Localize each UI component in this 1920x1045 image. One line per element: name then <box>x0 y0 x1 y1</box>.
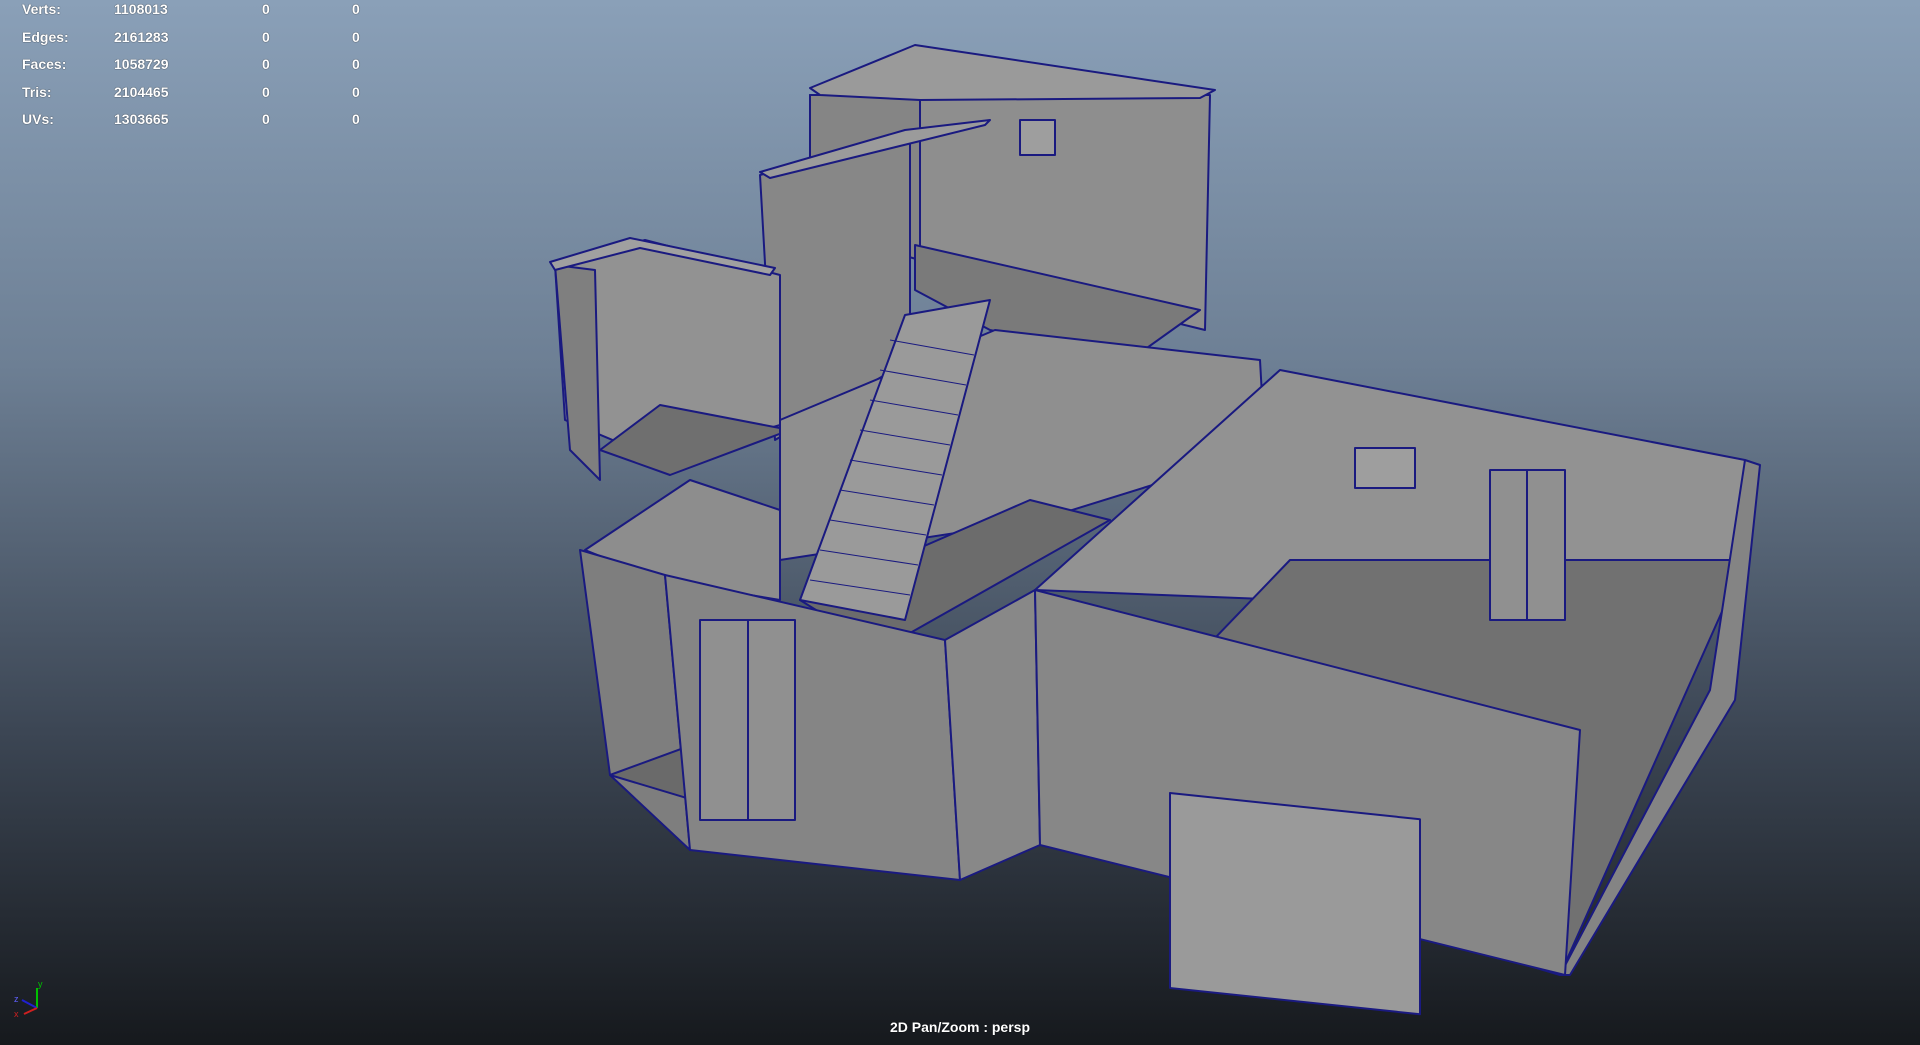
camera-label-text: 2D Pan/Zoom : persp <box>889 1019 1031 1035</box>
tower-picture <box>1019 119 1056 156</box>
picture-frame <box>1354 447 1416 489</box>
entry-right-wall <box>944 589 1041 881</box>
hud-value: 1108013 <box>114 1 168 17</box>
hud-value: 2161283 <box>114 28 169 45</box>
axis-label-x: x <box>14 1009 19 1018</box>
axis-gizmo-icon: y z x <box>14 979 43 1018</box>
hud-value: 0 <box>352 111 360 128</box>
hud-value: 0 <box>352 56 360 73</box>
hud-label: Edges: <box>22 28 69 45</box>
hud-label: UVs: <box>22 111 54 128</box>
camera-label: 2D Pan/Zoom : persp <box>0 1019 1920 1035</box>
hud-value: 1058729 <box>114 56 169 73</box>
hud-value: 0 <box>352 28 360 45</box>
hud-value: 0 <box>262 1 270 17</box>
hud-value: 0 <box>262 28 270 45</box>
bookcase <box>1169 791 1421 1016</box>
tower-top-frame <box>809 44 1216 101</box>
hud-value: 0 <box>352 1 360 17</box>
hud-label: Tris: <box>22 83 52 100</box>
house-model-wireframe[interactable] <box>0 0 1920 1045</box>
hud-label: Faces: <box>22 56 67 73</box>
hud-value: 0 <box>262 83 270 100</box>
hud-value: 1303665 <box>114 111 169 128</box>
axis-label-z: z <box>14 994 19 1004</box>
axis-label-y: y <box>38 979 43 989</box>
hud-value: 0 <box>262 56 270 73</box>
hud-value: 0 <box>262 111 270 128</box>
hud-label: Verts: <box>22 1 61 17</box>
3d-viewport[interactable]: Verts: 1108013 0 0 Edges: 2161283 0 0 Fa… <box>0 0 1920 1045</box>
hud-value: 0 <box>352 83 360 100</box>
hud-value: 2104465 <box>114 83 169 100</box>
